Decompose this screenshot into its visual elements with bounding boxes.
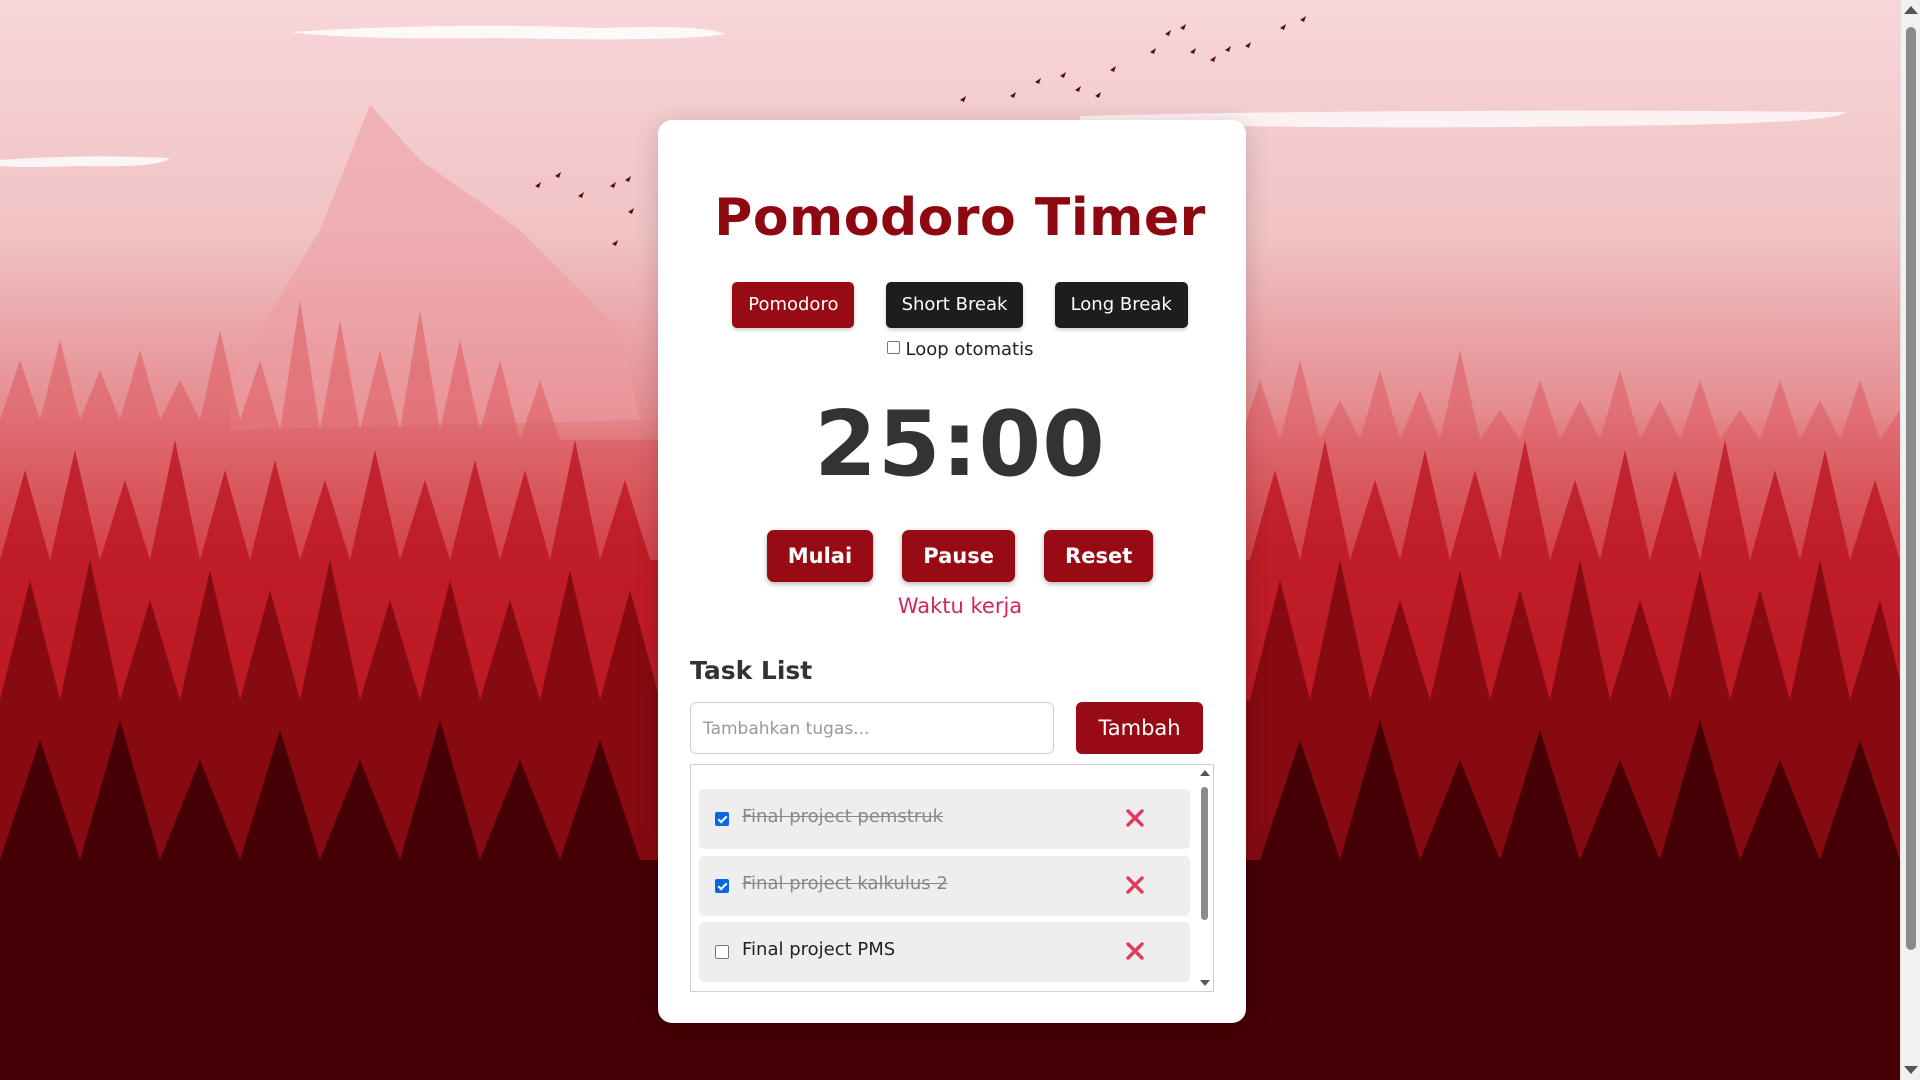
task-list-heading: Task List bbox=[690, 656, 813, 685]
cloud bbox=[290, 25, 725, 40]
delete-task-icon[interactable] bbox=[1123, 806, 1147, 830]
loop-checkbox[interactable] bbox=[886, 340, 900, 354]
task-text: Final project pemstruk bbox=[742, 806, 944, 827]
mode-short-break-button[interactable]: Short Break bbox=[885, 282, 1024, 328]
task-checkbox[interactable] bbox=[715, 812, 729, 826]
scroll-down-icon[interactable] bbox=[1904, 1066, 1918, 1074]
scroll-thumb[interactable] bbox=[1201, 787, 1208, 920]
scroll-down-icon[interactable] bbox=[1200, 980, 1210, 986]
loop-toggle: Loop otomatis bbox=[0, 339, 1920, 360]
delete-task-icon[interactable] bbox=[1123, 939, 1147, 963]
mode-pomodoro-button[interactable]: Pomodoro bbox=[732, 282, 855, 328]
task-item: Final project kalkulus 2 bbox=[699, 856, 1190, 916]
session-status: Waktu kerja bbox=[897, 594, 1023, 618]
app-title: Pomodoro Timer bbox=[714, 188, 1206, 248]
scroll-up-icon[interactable] bbox=[1904, 6, 1918, 14]
add-task-button[interactable]: Tambah bbox=[1076, 702, 1203, 754]
task-text: Final project PMS bbox=[742, 939, 896, 960]
start-button[interactable]: Mulai bbox=[766, 530, 874, 582]
loop-label: Loop otomatis bbox=[905, 339, 1034, 360]
cloud bbox=[0, 156, 170, 167]
timer-controls: Mulai Pause Reset bbox=[0, 530, 1920, 582]
task-checkbox[interactable] bbox=[715, 879, 729, 893]
task-text: Final project kalkulus 2 bbox=[742, 873, 948, 894]
mode-selector: Pomodoro Short Break Long Break bbox=[0, 282, 1920, 328]
reset-button[interactable]: Reset bbox=[1044, 530, 1154, 582]
task-item: Final project PMS bbox=[699, 922, 1190, 982]
task-list-scrollbar[interactable] bbox=[1197, 765, 1213, 991]
task-input[interactable]: Tambahkan tugas... bbox=[690, 702, 1054, 754]
task-list: Final project pemstruk Final project kal… bbox=[690, 764, 1214, 992]
timer-display: 25:00 bbox=[814, 392, 1106, 497]
delete-task-icon[interactable] bbox=[1123, 873, 1147, 897]
scroll-thumb[interactable] bbox=[1906, 27, 1916, 950]
task-item: Final project pemstruk bbox=[699, 789, 1190, 849]
task-checkbox[interactable] bbox=[715, 945, 729, 959]
scroll-up-icon[interactable] bbox=[1200, 770, 1210, 776]
mode-long-break-button[interactable]: Long Break bbox=[1054, 282, 1188, 328]
pause-button[interactable]: Pause bbox=[902, 530, 1015, 582]
page-scrollbar[interactable] bbox=[1900, 0, 1920, 1080]
